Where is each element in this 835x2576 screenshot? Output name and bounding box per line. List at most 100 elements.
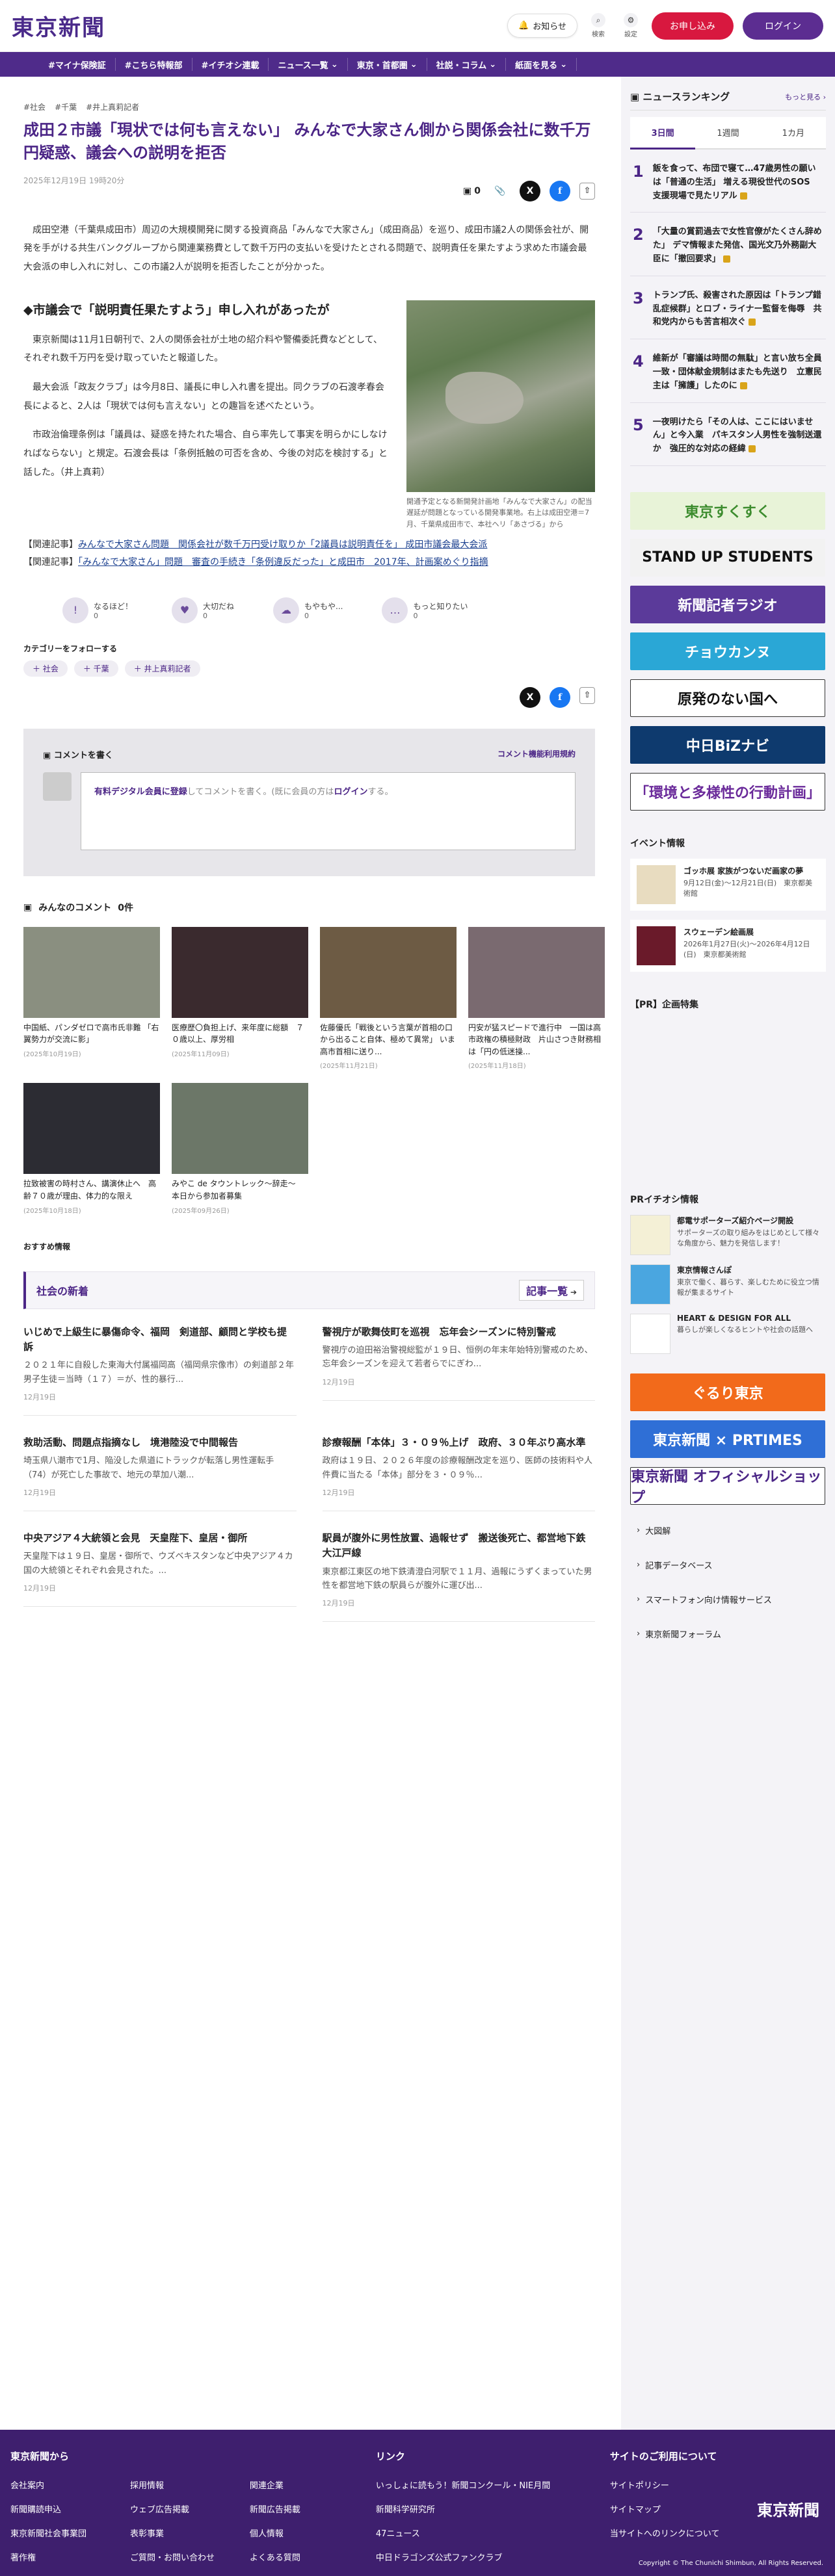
event-item[interactable]: ゴッホ展 家族がつないだ画家の夢 9月12日(金)〜12月21日(日) 東京都美術… bbox=[630, 858, 826, 911]
promo-banner[interactable]: 「環境と多様性の行動計画」 bbox=[630, 772, 825, 811]
clip-icon[interactable]: 📎 bbox=[490, 181, 510, 202]
footer-link[interactable]: ウェブ広告掲載 bbox=[130, 2503, 237, 2515]
x-share-icon[interactable]: X bbox=[520, 180, 540, 202]
settings-button[interactable]: ⚙ 設定 bbox=[619, 13, 643, 38]
related-link[interactable]: 「みんなで大家さん」問題 審査の手続き「条例違反だった」と成田市 2017年、計… bbox=[78, 557, 488, 567]
comment-card[interactable]: みやこ de タウントレック〜辞走〜 本日から参加者募集 (2025年09月26日… bbox=[172, 1083, 308, 1215]
nav-item-paper[interactable]: 紙面を見る ⌄ bbox=[506, 58, 577, 71]
footer-link[interactable]: 当サイトへのリンクについて bbox=[610, 2527, 825, 2539]
tag-link[interactable]: #井上真莉記者 bbox=[86, 101, 139, 112]
ranking-item[interactable]: 1 飯を食って、布団で寝て…47歳男性の願いは「普通の生活」 増える現役世代のSO… bbox=[630, 150, 826, 213]
promo-banner[interactable]: 東京すくすく bbox=[630, 491, 825, 530]
pr-item[interactable]: HEART & DESIGN FOR ALL 暮らしが楽しくなるヒントや社会の話題… bbox=[630, 1313, 826, 1354]
side-link[interactable]: › 大図解 bbox=[630, 1518, 826, 1543]
subscribe-button[interactable]: お申し込み bbox=[652, 12, 734, 40]
ranking-item[interactable]: 2 「大量の賞罰過去で女性官僚がたくさん辞めた」 デマ情報また発信、国光文乃外務副… bbox=[630, 213, 826, 276]
news-item[interactable]: 診療報酬「本体」３・０９％上げ 政府、３０年ぶり高水準 政府は１９日、２０２６年度… bbox=[322, 1435, 595, 1512]
comment-count-button[interactable]: ▣ 0 bbox=[463, 181, 481, 202]
news-item[interactable]: 中央アジア４大統領と会見 天皇陛下、皇居・御所 天皇陛下は１９日、皇居・御所で、ウ… bbox=[23, 1531, 297, 1622]
promo-banner[interactable]: 東京新聞 オフィシャルショップ bbox=[630, 1466, 825, 1506]
footer-link[interactable]: 会社案内 bbox=[10, 2478, 117, 2491]
comment-textarea[interactable]: 有料デジタル会員に登録してコメントを書く。(既に会員の方はログインする。 bbox=[81, 772, 576, 850]
footer-link[interactable]: いっしょに読もう！新聞コンクール・NIE月間 bbox=[376, 2478, 590, 2491]
pr-item[interactable]: 都電サポーターズ紹介ページ開設 サポーターズの取り組みをはじめとして様々な角度から… bbox=[630, 1214, 826, 1255]
ranking-item[interactable]: 5 一夜明けたら「その人は、ここにはいません」と今入業 パキスタン人男性を強制送還… bbox=[630, 403, 826, 466]
pr-item[interactable]: 東京情報さんぽ 東京で働く、暮らす、楽しむために役立つ情報が集まるサイト bbox=[630, 1264, 826, 1305]
facebook-share-icon[interactable]: f bbox=[550, 180, 570, 202]
tag-link[interactable]: #社会 bbox=[23, 101, 46, 112]
news-item[interactable]: いじめで上級生に暴傷命令、福岡 剣道部、顧問と学校も提訴 ２０２１年に自殺した東海… bbox=[23, 1325, 297, 1416]
aerial-photo[interactable] bbox=[406, 300, 595, 492]
footer-link[interactable]: 東京新聞社会事業団 bbox=[10, 2527, 117, 2539]
ranking-item[interactable]: 3 トランプ氏、殺害された原因は「トランプ錯乱症候群」とロブ・ライナー監督を侮辱 … bbox=[630, 276, 826, 340]
promo-banner[interactable]: チョウカンヌ bbox=[630, 632, 825, 670]
follow-chip[interactable]: ＋ 千葉 bbox=[73, 660, 118, 677]
footer-link[interactable]: 新聞広告掲載 bbox=[250, 2503, 356, 2515]
reaction-naruhodo[interactable]: ! なるほど！ 0 bbox=[62, 597, 133, 623]
news-item[interactable]: 駅員が腹外に男性放置、過報せず 搬送後死亡、都営地下鉄大江戸線 東京都江東区の地下… bbox=[322, 1531, 595, 1622]
search-icon: ⌕ bbox=[591, 13, 605, 27]
comment-card[interactable]: 円安が猛スピードで進行中 一国は高市政権の積極財政 片山さつき財務相は「円の低迷… bbox=[468, 926, 605, 1070]
login-link[interactable]: ログイン bbox=[334, 787, 367, 797]
comment-card[interactable]: 拉致被害の時村さん、講演休止へ 高齢７０歳が理由、体力的な限え (2025年10月… bbox=[23, 1083, 160, 1215]
facebook-share-icon[interactable]: f bbox=[550, 686, 570, 708]
news-item[interactable]: 警視庁が歌舞伎町を巡視 忘年会シーズンに特別警戒 警視庁の迫田裕治警視総監が１９日… bbox=[322, 1325, 595, 1416]
site-logo[interactable]: 東京新聞 bbox=[12, 10, 105, 42]
notice-button[interactable]: 🔔 お知らせ bbox=[507, 14, 577, 38]
side-link[interactable]: › 東京新聞フォーラム bbox=[630, 1621, 826, 1646]
tag-link[interactable]: #千葉 bbox=[55, 101, 77, 112]
footer-link[interactable]: 中日ドラゴンズ公式ファンクラブ bbox=[376, 2551, 590, 2563]
footer-link[interactable]: 個人情報 bbox=[250, 2527, 356, 2539]
tab-3days[interactable]: 3日間 bbox=[630, 117, 696, 150]
footer-logo[interactable]: 東京新聞 bbox=[757, 2497, 819, 2520]
related-link[interactable]: みんなで大家さん問題 関係会社が数千万円受け取りか「2議員は説明責任を」 成田市… bbox=[78, 540, 487, 550]
nav-item-editorial[interactable]: 社説・コラム ⌄ bbox=[427, 58, 507, 71]
footer-link[interactable]: サイトポリシー bbox=[610, 2478, 825, 2491]
reaction-moyamoya[interactable]: ☁ もやもや... 0 bbox=[273, 597, 343, 623]
article-list-button[interactable]: 記事一覧 ➔ bbox=[519, 1279, 584, 1301]
footer-link[interactable]: 表彰事業 bbox=[130, 2527, 237, 2539]
footer-link[interactable]: 関連企業 bbox=[250, 2478, 356, 2491]
nav-item-series[interactable]: #イチオシ連載 bbox=[192, 58, 269, 71]
footer-link[interactable]: 著作権 bbox=[10, 2551, 117, 2563]
footer-link[interactable]: 新聞購読申込 bbox=[10, 2503, 117, 2515]
footer-link[interactable]: 47ニュース bbox=[376, 2527, 590, 2539]
side-link[interactable]: › スマートフォン向け情報サービス bbox=[630, 1587, 826, 1612]
promo-banner[interactable]: 新聞記者ラジオ bbox=[630, 585, 825, 623]
follow-chip[interactable]: ＋ 井上真莉記者 bbox=[124, 660, 200, 677]
search-button[interactable]: ⌕ 検索 bbox=[587, 13, 610, 38]
login-button[interactable]: ログイン bbox=[743, 12, 823, 40]
promo-banner[interactable]: 東京新聞 × PRTIMES bbox=[630, 1420, 825, 1458]
share-icon[interactable]: ⇧ bbox=[579, 182, 595, 200]
promo-banner[interactable]: 中日BiZナビ bbox=[630, 725, 825, 764]
promo-banner[interactable]: 原発のない国へ bbox=[630, 679, 825, 717]
reaction-taisetsu[interactable]: ♥ 大切だね 0 bbox=[172, 597, 234, 623]
news-date: 12月19日 bbox=[322, 1598, 595, 1622]
x-share-icon[interactable]: X bbox=[520, 686, 540, 708]
side-link[interactable]: › 記事データベース bbox=[630, 1552, 826, 1578]
nav-item-mynumber[interactable]: #マイナ保険証 bbox=[39, 58, 116, 71]
promo-banner[interactable]: ぐるり東京 bbox=[630, 1373, 825, 1411]
register-link[interactable]: 有料デジタル会員に登録 bbox=[94, 787, 187, 797]
footer-link[interactable]: ご質問・お問い合わせ bbox=[130, 2551, 237, 2563]
follow-chip[interactable]: ＋ 社会 bbox=[23, 660, 68, 677]
share-icon[interactable]: ⇧ bbox=[579, 686, 595, 704]
reaction-motto[interactable]: … もっと知りたい 0 bbox=[382, 597, 468, 623]
promo-banner[interactable]: STAND UP STUDENTS bbox=[630, 538, 825, 577]
event-item[interactable]: スウェーデン絵画展 2026年1月27日(火)〜2026年4月12日(日) 東京都… bbox=[630, 919, 826, 972]
ranking-more-link[interactable]: もっと見る › bbox=[785, 92, 826, 102]
footer-link[interactable]: 新聞科学研究所 bbox=[376, 2503, 590, 2515]
comment-card[interactable]: 医療歴〇負担上げ、来年度に総額 ７０歳以上、厚労相 (2025年11月09日) bbox=[172, 926, 308, 1071]
ranking-item[interactable]: 4 維新が「審議は時間の無駄」と言い放ち全員一致・団体献金規制はまたも先送り 立憲… bbox=[630, 339, 826, 403]
tab-1week[interactable]: 1週間 bbox=[695, 117, 761, 150]
news-item[interactable]: 救助活動、問題点指摘なし 境港陸没で中間報告 埼玉県八潮市で1月、陥没した県道にト… bbox=[23, 1435, 297, 1512]
nav-item-news-list[interactable]: ニュース一覧 ⌄ bbox=[269, 58, 348, 71]
nav-item-tokyo[interactable]: 東京・首都圏 ⌄ bbox=[348, 58, 427, 71]
footer-link[interactable]: よくある質問 bbox=[250, 2551, 356, 2563]
comment-rules-link[interactable]: コメント機能利用規約 bbox=[497, 748, 576, 761]
comment-card[interactable]: 佐藤優氏「戦後という言葉が首相の口から出ること自体、極めて異常」 いま高市首相に… bbox=[320, 926, 457, 1070]
nav-item-tokuhobu[interactable]: #こちら特報部 bbox=[116, 58, 192, 71]
footer-link[interactable]: 採用情報 bbox=[130, 2478, 237, 2491]
tab-1month[interactable]: 1カ月 bbox=[760, 117, 826, 150]
comment-card[interactable]: 中国紙、パンダゼロで高市氏非難 「右翼勢力が交流に影」 (2025年10月19日) bbox=[23, 926, 160, 1071]
